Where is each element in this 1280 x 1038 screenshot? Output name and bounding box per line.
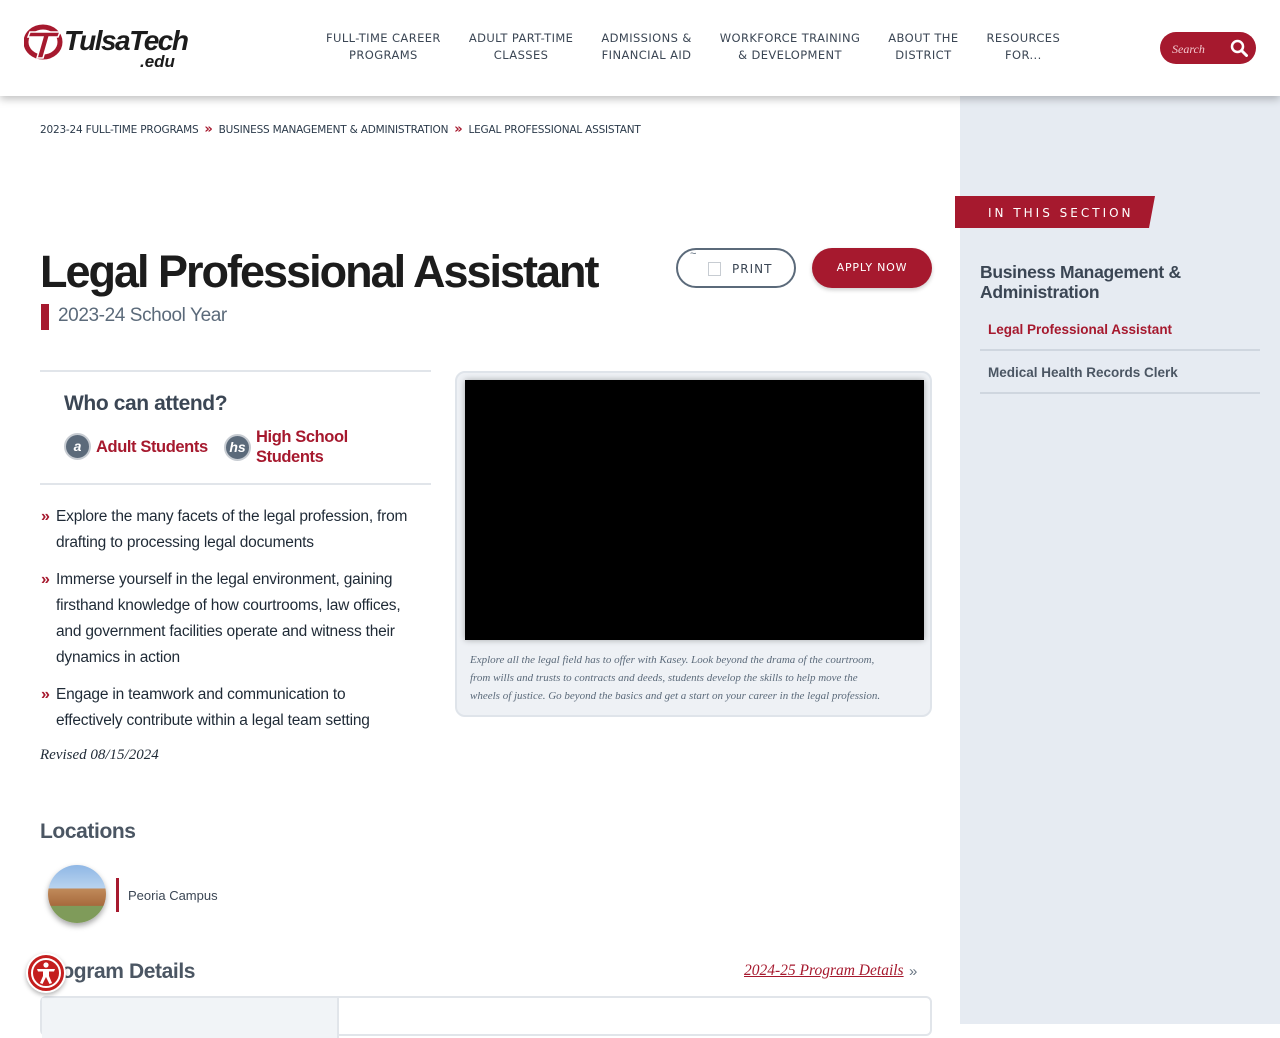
breadcrumb: 2023-24 FULL-TIME PROGRAMS » BUSINESS MA… bbox=[40, 122, 641, 137]
print-label: PRINT bbox=[732, 262, 773, 276]
print-icon: ~ bbox=[690, 248, 697, 260]
nav-label: DISTRICT bbox=[895, 48, 952, 62]
print-checkbox-icon bbox=[708, 262, 721, 276]
list-item: » Engage in teamwork and communication t… bbox=[40, 682, 420, 734]
chevron-right-icon: » bbox=[41, 508, 50, 525]
list-item-line: dynamics in action bbox=[56, 649, 180, 666]
apply-now-label: APPLY NOW bbox=[836, 261, 908, 274]
nav-label: RESOURCES bbox=[986, 31, 1061, 45]
sidebar-section-title[interactable]: Business Management & Administration bbox=[980, 262, 1240, 302]
audience-high-school[interactable]: hs High School Students bbox=[224, 427, 348, 467]
nav-label: ADMISSIONS & bbox=[601, 31, 692, 45]
adult-icon: a bbox=[64, 433, 91, 460]
chevron-right-icon: » bbox=[41, 571, 50, 588]
list-item-line: Explore the many facets of the legal pro… bbox=[56, 508, 408, 525]
breadcrumb-item[interactable]: BUSINESS MANAGEMENT & ADMINISTRATION bbox=[219, 124, 449, 136]
program-highlights-list: » Explore the many facets of the legal p… bbox=[40, 504, 420, 745]
nav-label: PROGRAMS bbox=[349, 48, 418, 62]
nav-admissions-financial-aid[interactable]: ADMISSIONS & FINANCIAL AID bbox=[587, 30, 705, 64]
program-details-table bbox=[40, 996, 932, 1038]
audience-label-line: Adult Students bbox=[96, 437, 208, 456]
nav-label: ABOUT THE bbox=[888, 31, 959, 45]
nav-label: WORKFORCE TRAINING bbox=[719, 31, 861, 45]
list-item-line: Engage in teamwork and communication to bbox=[56, 686, 346, 703]
caption-line: from wills and trusts to contracts and d… bbox=[470, 672, 858, 684]
nav-label: CLASSES bbox=[493, 48, 549, 62]
nav-label: FOR... bbox=[1005, 48, 1042, 62]
caption-line: wheels of justice. Go beyond the basics … bbox=[470, 690, 881, 702]
search-placeholder: Search bbox=[1172, 42, 1205, 56]
breadcrumb-item-current[interactable]: LEGAL PROFESSIONAL ASSISTANT bbox=[468, 124, 640, 136]
tulsatech-logo-icon bbox=[24, 24, 63, 60]
audience-label: Adult Students bbox=[96, 437, 208, 457]
list-item-line: and government facilities operate and wi… bbox=[56, 623, 395, 640]
nav-label: FINANCIAL AID bbox=[601, 48, 692, 62]
year-accent-bar bbox=[41, 304, 49, 330]
location-name[interactable]: Peoria Campus bbox=[128, 888, 218, 903]
logo-suffix: .edu bbox=[140, 52, 175, 71]
school-year: 2023-24 School Year bbox=[58, 305, 227, 326]
breadcrumb-item[interactable]: 2023-24 FULL-TIME PROGRAMS bbox=[40, 124, 199, 136]
nav-label: & DEVELOPMENT bbox=[738, 48, 842, 62]
campus-photo[interactable] bbox=[48, 865, 106, 923]
program-details-label-column bbox=[42, 998, 339, 1038]
sidebar-item-medical-health-records-clerk[interactable]: Medical Health Records Clerk bbox=[980, 351, 1260, 394]
who-can-attend-panel: Who can attend? a Adult Students hs High… bbox=[40, 370, 431, 485]
accessibility-icon bbox=[31, 958, 61, 988]
accessibility-button[interactable] bbox=[26, 953, 66, 993]
section-sidebar bbox=[960, 96, 1280, 1024]
list-item: » Explore the many facets of the legal p… bbox=[40, 504, 420, 556]
list-item-line: firsthand knowledge of how courtrooms, l… bbox=[56, 597, 401, 614]
nav-full-time-career-programs[interactable]: FULL-TIME CAREER PROGRAMS bbox=[312, 30, 455, 64]
list-item-line: drafting to processing legal documents bbox=[56, 534, 314, 551]
location-accent-bar bbox=[116, 878, 119, 912]
nav-resources-for[interactable]: RESOURCES FOR... bbox=[973, 30, 1075, 64]
main-nav: FULL-TIME CAREER PROGRAMS ADULT PART-TIM… bbox=[312, 30, 1074, 64]
nav-label: FULL-TIME CAREER bbox=[326, 31, 441, 45]
apply-now-button[interactable]: APPLY NOW bbox=[812, 248, 932, 288]
banner-label: IN THIS SECTION bbox=[988, 206, 1134, 220]
chevron-right-icon: » bbox=[41, 686, 50, 703]
program-details-link[interactable]: 2024-25 Program Details bbox=[744, 962, 904, 980]
audience-adult[interactable]: a Adult Students bbox=[64, 433, 208, 460]
revised-date: Revised 08/15/2024 bbox=[40, 747, 159, 763]
breadcrumb-separator-icon: » bbox=[204, 122, 213, 137]
breadcrumb-separator-icon: » bbox=[454, 122, 463, 137]
video-player[interactable] bbox=[465, 380, 924, 640]
in-this-section-banner: IN THIS SECTION bbox=[955, 196, 1155, 228]
list-item-line: Immerse yourself in the legal environmen… bbox=[56, 571, 393, 588]
page-title: Legal Professional Assistant bbox=[40, 246, 600, 297]
audience-label-line: High School bbox=[256, 428, 348, 446]
video-card: Explore all the legal field has to offer… bbox=[455, 371, 932, 717]
audience-label-line: Students bbox=[256, 448, 324, 466]
caption-line: Explore all the legal field has to offer… bbox=[470, 654, 875, 666]
list-item-line: effectively contribute within a legal te… bbox=[56, 712, 370, 729]
search-field[interactable]: Search bbox=[1160, 32, 1256, 64]
search-icon[interactable] bbox=[1230, 39, 1248, 57]
nav-workforce-training[interactable]: WORKFORCE TRAINING & DEVELOPMENT bbox=[706, 30, 875, 64]
nav-about-the-district[interactable]: ABOUT THE DISTRICT bbox=[874, 30, 972, 64]
chevron-right-icon: » bbox=[909, 963, 918, 980]
list-item: » Immerse yourself in the legal environm… bbox=[40, 567, 420, 671]
locations-heading: Locations bbox=[40, 820, 136, 843]
video-caption: Explore all the legal field has to offer… bbox=[470, 651, 926, 705]
nav-adult-part-time-classes[interactable]: ADULT PART-TIME CLASSES bbox=[455, 30, 588, 64]
tulsatech-logo[interactable]: TulsaTech .edu bbox=[24, 24, 189, 72]
site-header: TulsaTech .edu FULL-TIME CAREER PROGRAMS… bbox=[0, 0, 1280, 96]
print-button[interactable]: ~ PRINT bbox=[676, 248, 796, 288]
high-school-icon: hs bbox=[224, 433, 251, 461]
sidebar-item-legal-professional-assistant[interactable]: Legal Professional Assistant bbox=[980, 308, 1260, 351]
who-can-attend-title: Who can attend? bbox=[64, 392, 228, 415]
audience-label: High School Students bbox=[256, 427, 348, 467]
nav-label: ADULT PART-TIME bbox=[468, 31, 574, 45]
